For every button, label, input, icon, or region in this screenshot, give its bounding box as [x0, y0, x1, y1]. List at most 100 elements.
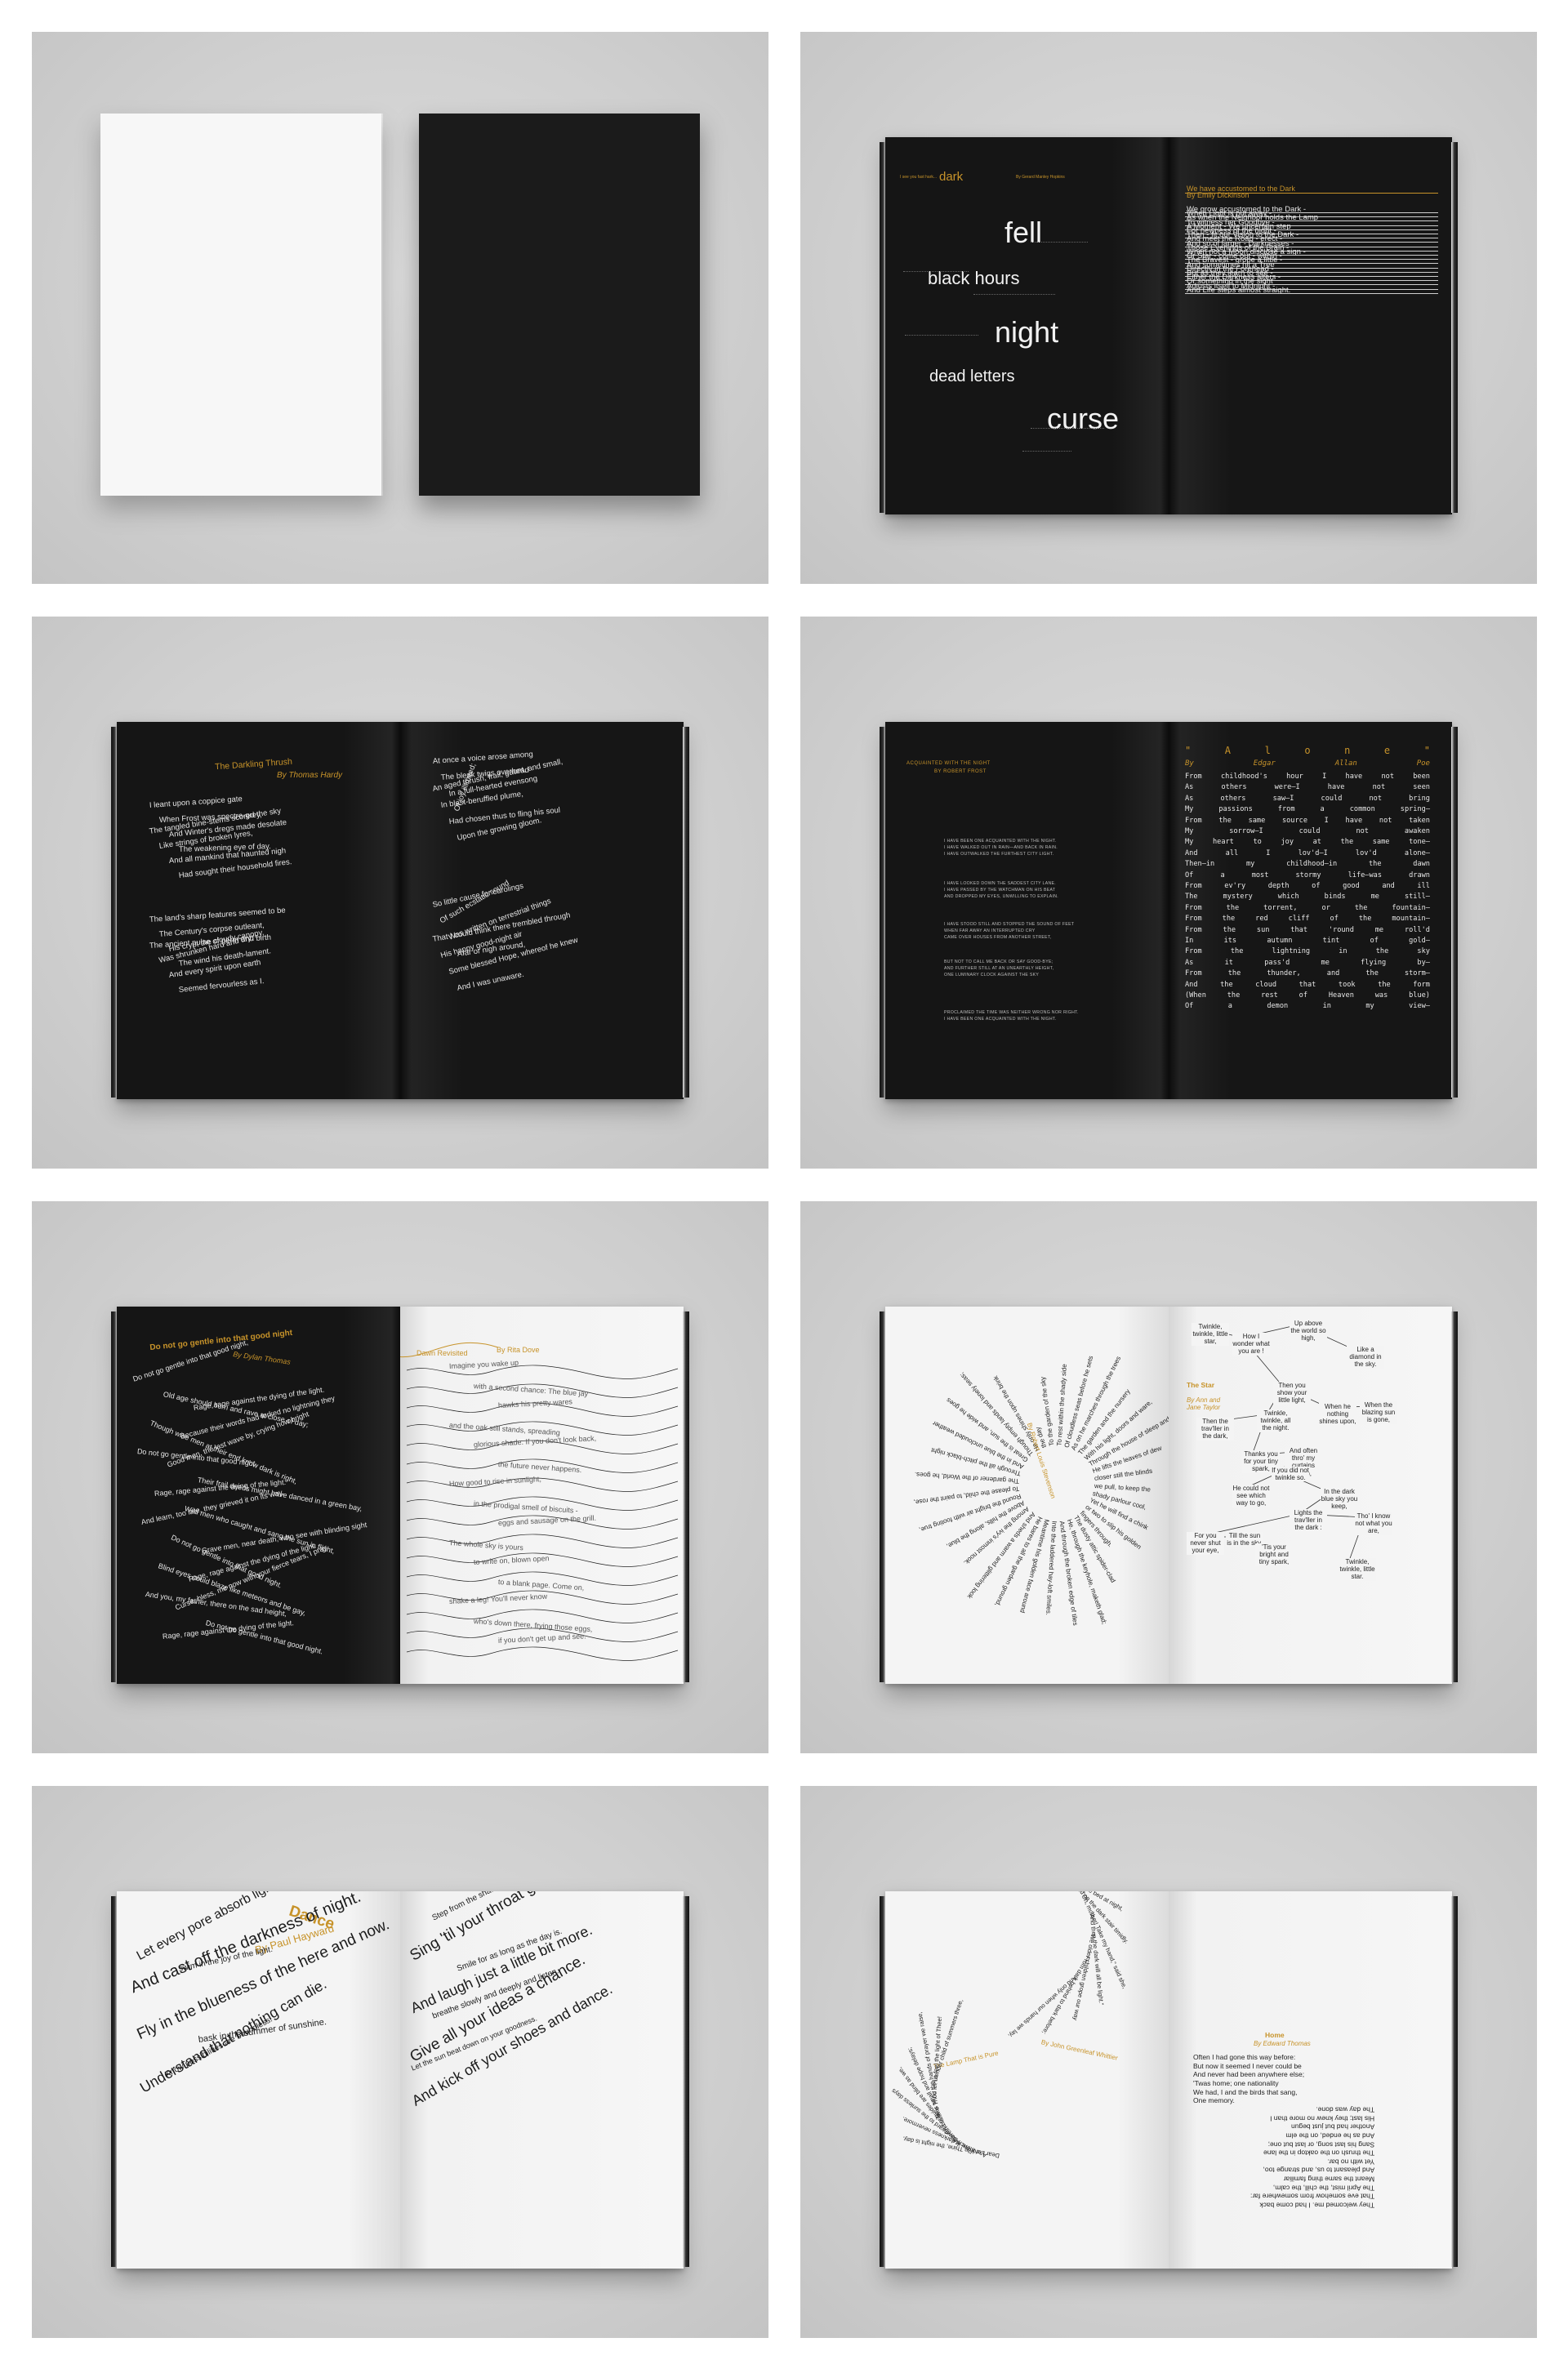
- alone-word: all: [1225, 848, 1239, 857]
- black-book-cover: [419, 114, 700, 496]
- alone-word: cliff: [1288, 915, 1310, 924]
- alone-word: From: [1185, 947, 1202, 956]
- alone-word: my: [1365, 1002, 1374, 1011]
- alone-word: Of: [1185, 1002, 1194, 1011]
- home-line: We had, I and the birds that sang,: [1193, 2087, 1298, 2096]
- alone-word: others: [1220, 794, 1246, 803]
- alone-word: mystery: [1223, 893, 1253, 902]
- dawn-wave: [406, 1365, 679, 1379]
- right-page: At once a voice arose among The bleak twi…: [400, 722, 684, 1099]
- frost-line: I HAVE STOOD STILL AND STOPPED THE SOUND…: [944, 922, 1075, 927]
- alone-word: the: [1227, 991, 1241, 1000]
- frost-line: I HAVE BEEN ONE ACQUAINTED WITH THE NIGH…: [944, 839, 1057, 844]
- alone-word: most: [1251, 871, 1269, 879]
- alone-word: saw—I: [1272, 794, 1294, 803]
- alone-word: a: [1320, 805, 1325, 814]
- word-dead-letters: dead letters: [929, 367, 1015, 385]
- alone-word: blue): [1409, 991, 1430, 1000]
- alone-word: alone—: [1404, 848, 1430, 857]
- home-lines: Often I had gone this way before: But now…: [1193, 2053, 1304, 2105]
- alone-word: As: [1185, 783, 1194, 792]
- alone-row: From the sun that 'round me roll'd: [1185, 926, 1430, 934]
- frost-line: I HAVE OUTWALKED THE FURTHEST CITY LIGHT…: [944, 852, 1054, 857]
- alone-word: life—was: [1348, 871, 1383, 879]
- alone-row: From ev'ry depth of good and ill: [1185, 882, 1430, 890]
- thrush-title: The Darkling Thrush: [214, 756, 293, 773]
- home-upside-line: His last; they knew no more than I: [1270, 2114, 1375, 2123]
- alone-word: autumn: [1267, 937, 1293, 945]
- word-curse: curse: [1047, 402, 1120, 435]
- alone-row: The mystery which binds me still—: [1185, 893, 1430, 901]
- alone-word: that: [1290, 925, 1307, 934]
- home-upside-line: Meant the same thing familiar: [1283, 2175, 1375, 2184]
- alone-word: taken: [1409, 816, 1430, 825]
- alone-word: its: [1223, 937, 1237, 945]
- alone-word: sky: [1417, 947, 1430, 956]
- alone-word: in: [1339, 947, 1348, 956]
- alone-row: My heart to joy at the same tone—: [1185, 838, 1430, 846]
- alone-word: were—I: [1274, 783, 1300, 792]
- alone-row: From the torrent, or the fountain—: [1185, 904, 1430, 912]
- home-upside-line: Another had but just begun: [1291, 2122, 1375, 2131]
- gentle-author: By Dylan Thomas: [232, 1350, 292, 1366]
- alone-word: have: [1345, 816, 1363, 825]
- alone-word: from: [1277, 805, 1295, 814]
- alone-word: mountain—: [1392, 915, 1430, 924]
- alone-word: From: [1185, 882, 1202, 890]
- alone-row: From the same source Ihave not taken: [1185, 817, 1430, 825]
- star-node: When the blazing sun is gone,: [1360, 1401, 1397, 1424]
- home-upside-line: Sang his last song, or last but one;: [1267, 2140, 1375, 2149]
- alone-word: Heaven: [1328, 991, 1354, 1000]
- home-upside-line: Yet with no bar.: [1327, 2157, 1375, 2166]
- alone-word: gold—: [1409, 937, 1430, 945]
- alone-word: same: [1372, 838, 1390, 847]
- alone-word: the: [1226, 903, 1240, 912]
- alone-word: demon: [1267, 1002, 1289, 1011]
- alone-row: Of a most stormy life—was drawn: [1185, 871, 1430, 879]
- book-spread: Do not go gentle into that good night By…: [111, 1307, 689, 1684]
- home-upside-line: And as he ended, on the elm: [1285, 2131, 1375, 2140]
- star-node: Then the trav'ller in the dark,: [1196, 1418, 1234, 1441]
- alone-word: Of: [1185, 871, 1194, 879]
- alone-word: depth: [1267, 882, 1290, 890]
- dawn-wave: [406, 1646, 679, 1661]
- star-node: If you did not twinkle so.: [1272, 1467, 1309, 1482]
- right-page: Step from the shadows of torment. Sing 't…: [400, 1891, 684, 2269]
- alone-word: lov'd—I: [1298, 848, 1328, 857]
- left-page: Do not go gentle into that good night By…: [117, 1307, 400, 1684]
- alone-row: Then—in my childhood—in the dawn: [1185, 860, 1430, 868]
- alone-title-letter: A: [1224, 745, 1232, 756]
- alone-word: My: [1185, 805, 1194, 814]
- frost-author: BY ROBERT FROST: [934, 769, 987, 774]
- alone-word: My: [1185, 838, 1194, 847]
- star-node: Like a diamond in the sky.: [1347, 1346, 1384, 1369]
- alone-word: childhood—in: [1286, 860, 1338, 869]
- alone-word: the: [1354, 903, 1368, 912]
- star-node: Twinkle, twinkle, little star,: [1192, 1323, 1229, 1346]
- alone-word: From: [1185, 925, 1202, 934]
- home-upside-line: And pleasant to us, and strange too,: [1263, 2166, 1375, 2175]
- alone-author-word: By: [1185, 759, 1194, 768]
- alone-word: or: [1321, 903, 1330, 912]
- home-upside-line: The day was done.: [1316, 2105, 1375, 2114]
- alone-word: the: [1375, 947, 1389, 956]
- frost-line: PROCLAIMED THE TIME WAS NEITHER WRONG NO…: [944, 1010, 1079, 1015]
- thrush-author: By Thomas Hardy: [277, 771, 343, 780]
- alone-title-letter: l: [1264, 745, 1271, 756]
- alone-word: a: [1220, 871, 1225, 879]
- alone-word: sorrow—I: [1229, 827, 1263, 835]
- left-page: Dance By Paul Hayward Let every pore abs…: [117, 1891, 400, 2269]
- left-page: I see you fast hark... dark By Gerard Ma…: [885, 137, 1169, 514]
- alone-word: ev'ry: [1224, 882, 1246, 890]
- home-upside-line: The April mist, the chill, the calm,: [1272, 2184, 1375, 2193]
- alone-word: not: [1381, 773, 1394, 781]
- alone-word: sun: [1256, 925, 1270, 934]
- alone-word: and: [1326, 969, 1340, 978]
- alone-word: And: [1185, 980, 1198, 989]
- alone-word: common: [1349, 805, 1375, 814]
- alone-word: From: [1185, 903, 1202, 912]
- stacked-line: And Life steps almost straight.: [1187, 285, 1291, 295]
- alone-title-letter: o: [1304, 745, 1311, 756]
- thrush-right-line: At once a voice arose among: [432, 750, 534, 766]
- panel-alone-spread: ACQUAINTED WITH THE NIGHT BY ROBERT FROS…: [800, 617, 1537, 1169]
